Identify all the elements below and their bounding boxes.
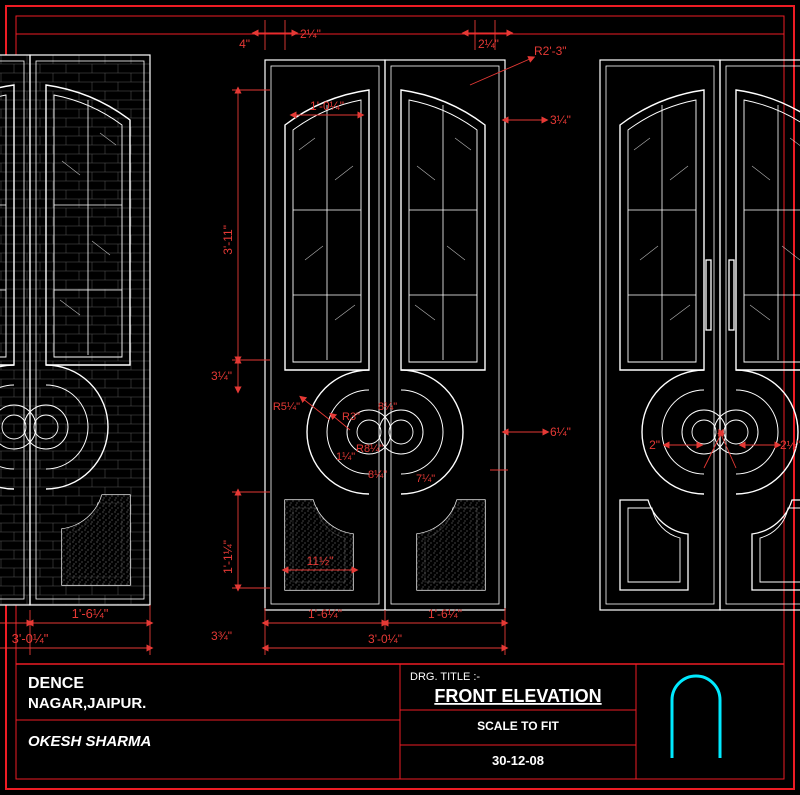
door-right-elevation bbox=[600, 60, 800, 610]
author: OKESH SHARMA bbox=[28, 733, 151, 750]
dim-left-leaf-b: 1'-6¼" bbox=[72, 606, 109, 621]
dim-right-top: 3¼" bbox=[550, 113, 571, 127]
dim-7q: 7¼" bbox=[416, 473, 435, 485]
dim-leaf-r: 1'-6¼" bbox=[428, 607, 462, 621]
dim-11half: 11½" bbox=[307, 554, 334, 568]
door-center-elevation bbox=[265, 60, 505, 610]
dim-bot-edge: 3¾" bbox=[211, 629, 232, 643]
dim-top-4in: 4" bbox=[239, 37, 250, 51]
drawing-canvas: 1'-6¼" 1'-6¼" 3'-0¼" 4" 2¼" 2¼" R2'-3" 1… bbox=[0, 0, 800, 795]
title-value: FRONT ELEVATION bbox=[434, 686, 601, 706]
dim-arc-radius: R2'-3" bbox=[534, 44, 567, 58]
cad-drawing: 1'-6¼" 1'-6¼" 3'-0¼" 4" 2¼" 2¼" R2'-3" 1… bbox=[0, 0, 800, 795]
dim-top-2q-r: 2¼" bbox=[478, 37, 499, 51]
project-name: DENCE bbox=[28, 675, 84, 692]
dim-leaf-l: 1'-6¼" bbox=[308, 607, 342, 621]
dim-8b: 8¼" bbox=[368, 469, 387, 481]
date: 30-12-08 bbox=[492, 753, 544, 768]
dim-mid-gap: 3¼" bbox=[211, 369, 232, 383]
project-location: NAGAR,JAIPUR. bbox=[28, 695, 146, 712]
dim-total: 3'-0¼" bbox=[368, 632, 402, 646]
dim-panel-h: 3'-11" bbox=[221, 225, 235, 255]
dim-r5: R5¼" bbox=[273, 401, 300, 413]
dim-panel-w: 1'-0¼" bbox=[310, 99, 344, 113]
title-label2: DRG. TITLE :- bbox=[410, 671, 480, 683]
dim-2in: 2" bbox=[649, 438, 660, 452]
dim-8a: 8¼" bbox=[378, 401, 397, 413]
dim-1q: 1¼" bbox=[336, 451, 355, 463]
dim-lowpanel: 1'-1¼" bbox=[221, 540, 235, 574]
scale: SCALE TO FIT bbox=[477, 719, 559, 733]
dim-r3: R3" bbox=[342, 411, 360, 423]
title-block: DENCE NAGAR,JAIPUR. OKESH SHARMA DRG. TI… bbox=[16, 664, 720, 779]
dim-top-2q: 2¼" bbox=[300, 27, 321, 41]
north-arrow-icon bbox=[672, 676, 720, 758]
dim-r8: R8¼" bbox=[356, 443, 383, 455]
dim-6q: 6¼" bbox=[550, 425, 571, 439]
dim-group-left: 1'-6¼" 1'-6¼" 3'-0¼" bbox=[0, 605, 150, 655]
dim-2half: 2½" bbox=[780, 438, 800, 452]
door-left-elevation bbox=[0, 55, 150, 605]
